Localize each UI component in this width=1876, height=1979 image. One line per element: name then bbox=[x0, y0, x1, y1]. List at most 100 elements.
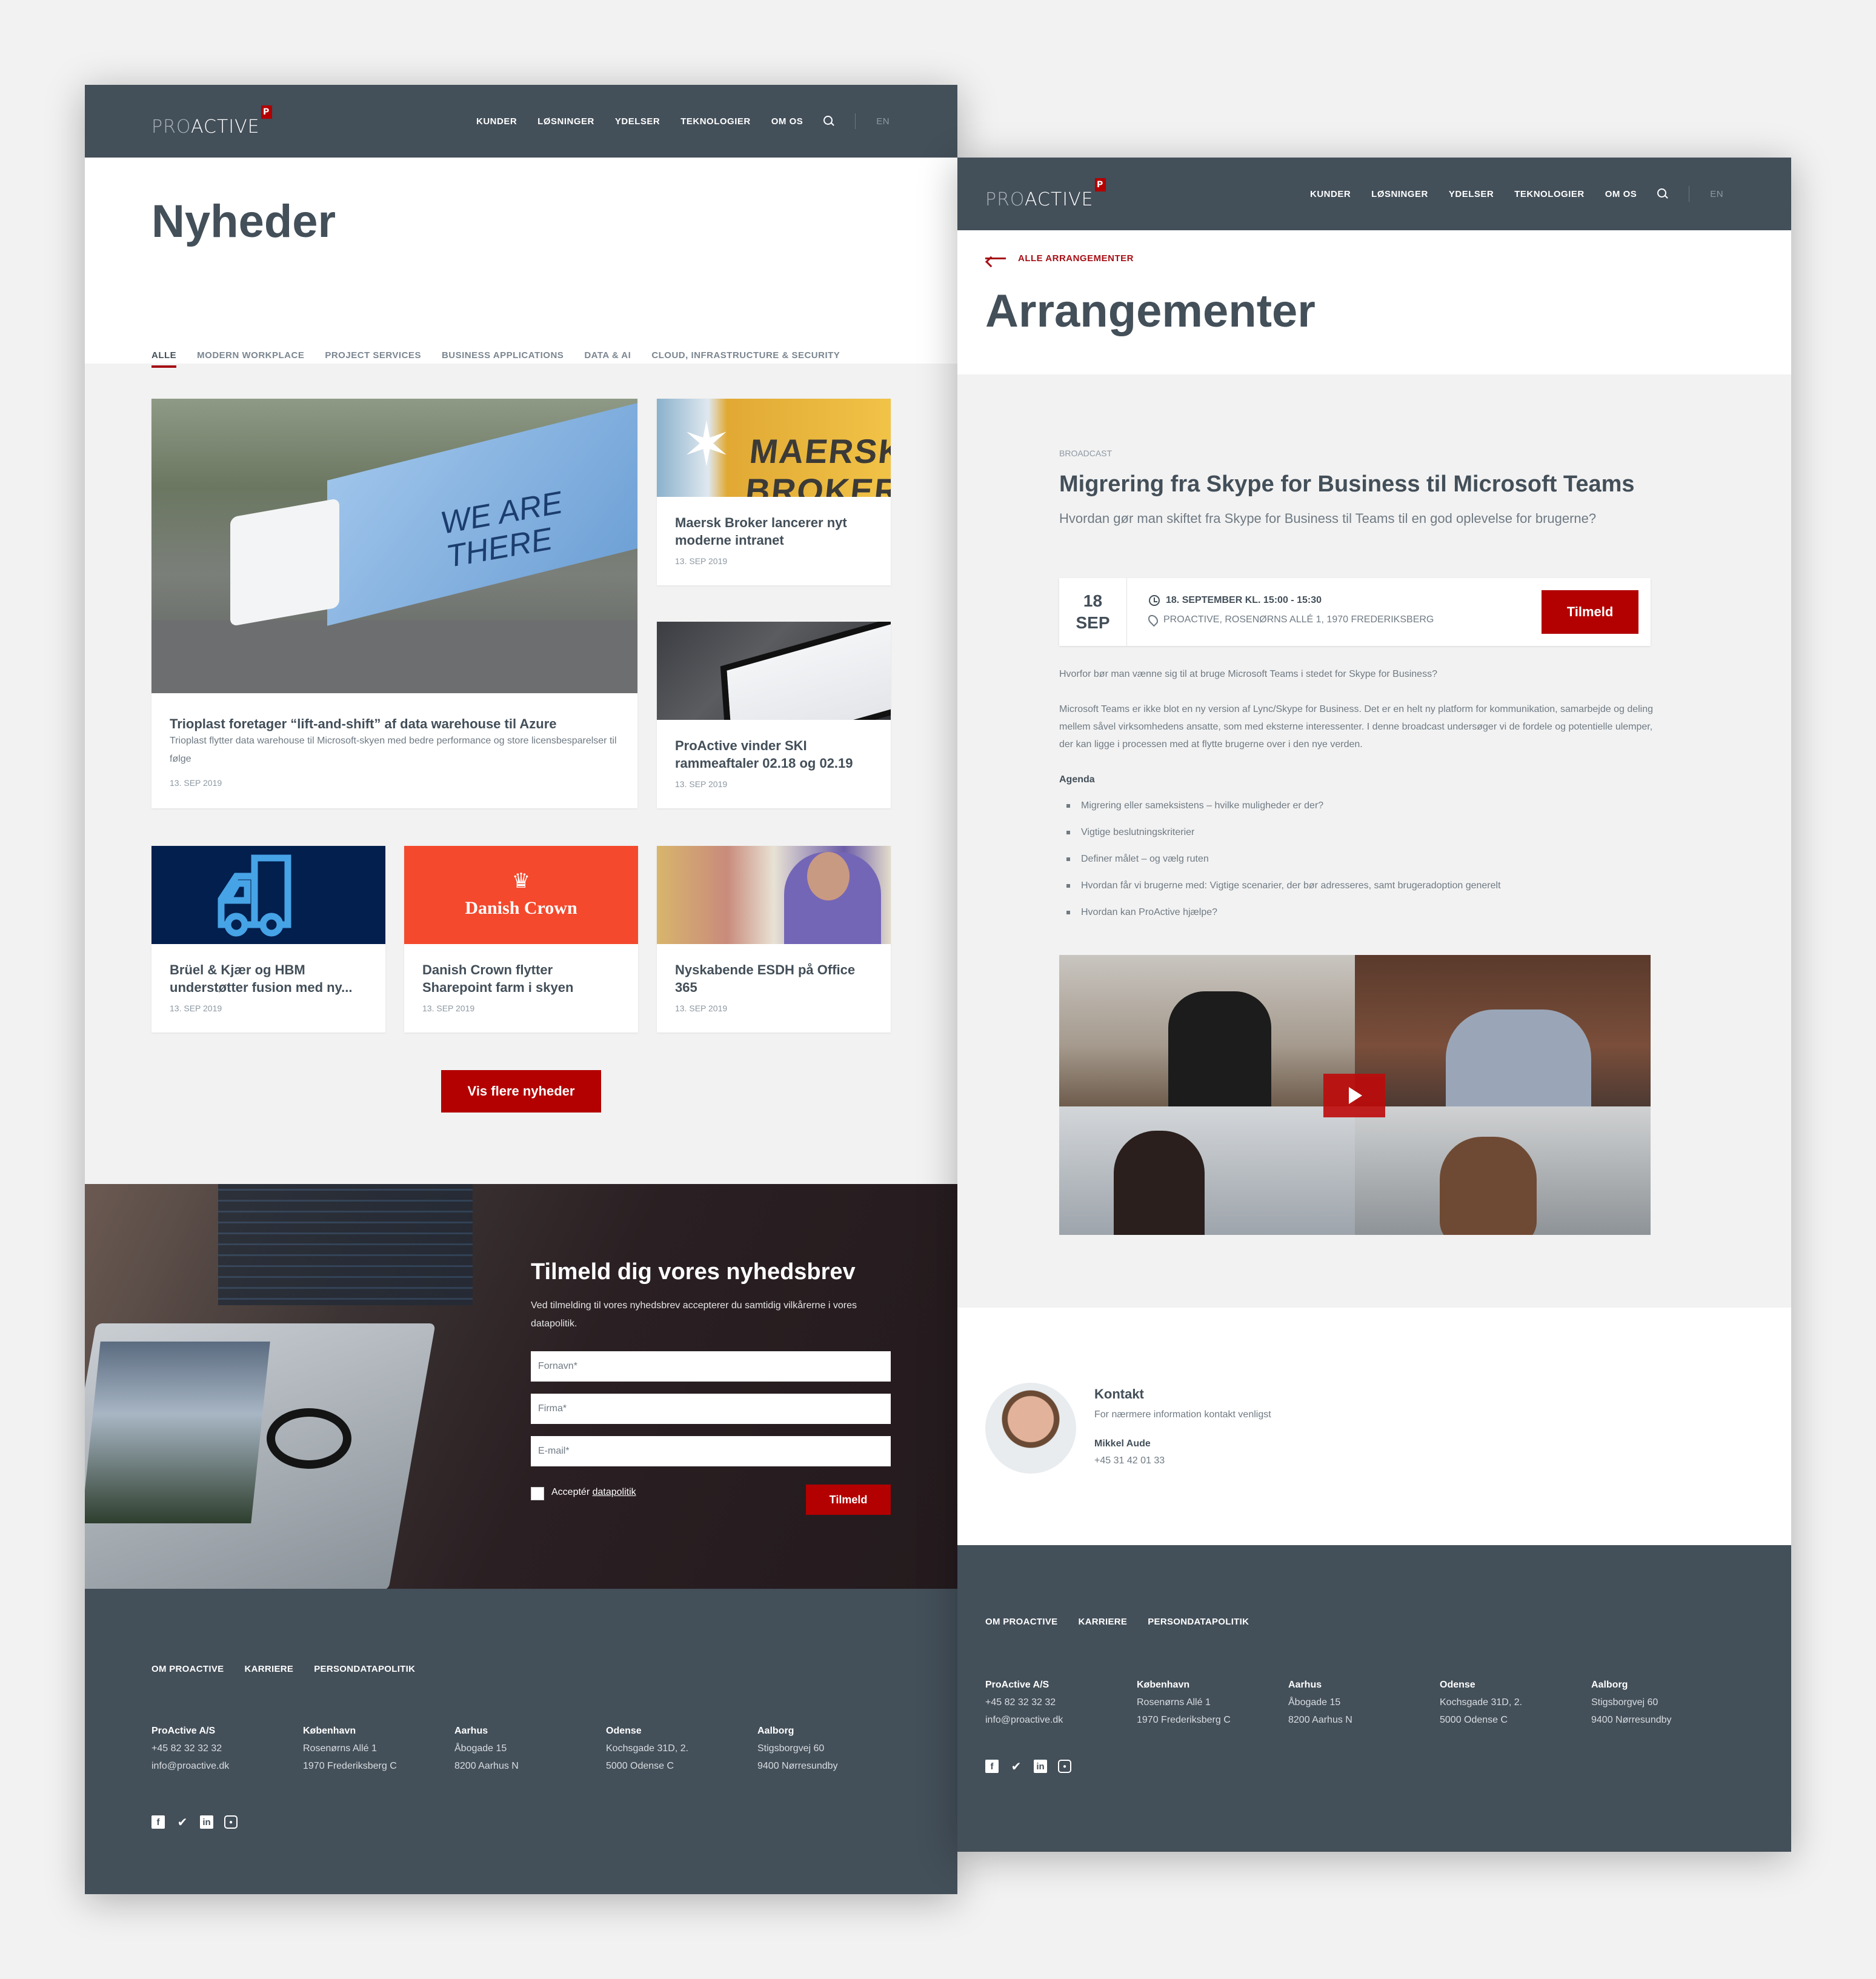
video-participant-tile bbox=[1355, 955, 1651, 1119]
nav-item-losninger[interactable]: LØSNINGER bbox=[537, 116, 594, 127]
language-switch[interactable]: EN bbox=[876, 116, 890, 127]
maersk-star-icon: ✶ bbox=[681, 411, 732, 479]
datapolitik-link[interactable]: datapolitik bbox=[593, 1487, 636, 1497]
trioplast-truck-image: WE ARE THERE bbox=[151, 399, 637, 693]
nav-item-ydelser[interactable]: YDELSER bbox=[615, 116, 660, 127]
tab-modern-workplace[interactable]: MODERN WORKPLACE bbox=[197, 350, 304, 361]
footer-phone[interactable]: +45 82 32 32 32 bbox=[151, 1740, 303, 1757]
language-switch[interactable]: EN bbox=[1710, 189, 1723, 199]
event-signup-button[interactable]: Tilmeld bbox=[1542, 590, 1638, 634]
news-card[interactable]: ♛ Danish Crown Danish Crown flytter Shar… bbox=[404, 846, 638, 1033]
nav-item-losninger[interactable]: LØSNINGER bbox=[1371, 189, 1428, 199]
news-date: 13. SEP 2019 bbox=[170, 1003, 222, 1013]
tab-cloud-infrastructure-security[interactable]: CLOUD, INFRASTRUCTURE & SECURITY bbox=[651, 350, 840, 361]
event-info-box: 18 SEP 18. SEPTEMBER KL. 15:00 - 15:30 P… bbox=[1059, 578, 1651, 646]
back-link[interactable]: ALLE ARRANGEMENTER bbox=[985, 253, 1134, 264]
facebook-icon[interactable]: f bbox=[985, 1760, 999, 1773]
footer-col-kobenhavn: København Rosenørns Allé 1 1970 Frederik… bbox=[303, 1726, 397, 1771]
video-participant-tile bbox=[1059, 1106, 1355, 1235]
email-input[interactable] bbox=[531, 1436, 891, 1466]
play-icon[interactable] bbox=[1323, 1074, 1385, 1117]
footer-col-odense: Odense Kochsgade 31D, 2. 5000 Odense C bbox=[606, 1726, 689, 1771]
clock-icon bbox=[1149, 595, 1160, 606]
arrow-left-icon bbox=[985, 258, 1006, 259]
footer-email[interactable]: info@proactive.dk bbox=[985, 1711, 1137, 1729]
tab-business-applications[interactable]: BUSINESS APPLICATIONS bbox=[442, 350, 564, 361]
main-nav: KUNDER LØSNINGER YDELSER TEKNOLOGIER OM … bbox=[476, 85, 890, 158]
twitter-icon[interactable]: ✔ bbox=[176, 1815, 189, 1829]
news-title[interactable]: ProActive vinder SKI rammeaftaler 02.18 … bbox=[675, 737, 873, 772]
nav-item-teknologier[interactable]: TEKNOLOGIER bbox=[680, 116, 751, 127]
linkedin-icon[interactable]: in bbox=[1034, 1760, 1047, 1773]
contact-title: Kontakt bbox=[1094, 1386, 1144, 1402]
nav-item-om-os[interactable]: OM OS bbox=[1605, 189, 1637, 199]
more-news-button[interactable]: Vis flere nyheder bbox=[441, 1070, 601, 1113]
footer-phone[interactable]: +45 82 32 32 32 bbox=[985, 1694, 1137, 1711]
video-participant-tile bbox=[1059, 955, 1355, 1125]
search-icon[interactable] bbox=[823, 116, 834, 127]
contact-phone[interactable]: +45 31 42 01 33 bbox=[1094, 1455, 1165, 1466]
first-name-input[interactable] bbox=[531, 1351, 891, 1382]
nav-item-teknologier[interactable]: TEKNOLOGIER bbox=[1514, 189, 1585, 199]
news-title[interactable]: Danish Crown flytter Sharepoint farm i s… bbox=[422, 961, 620, 996]
news-title[interactable]: Brüel & Kjær og HBM understøtter fusion … bbox=[170, 961, 367, 996]
agenda-item: Vigtige beslutningskriterier bbox=[1059, 823, 1659, 841]
crown-icon: ♛ bbox=[511, 870, 531, 893]
company-input[interactable] bbox=[531, 1394, 891, 1424]
background-photo-code bbox=[218, 1184, 473, 1305]
nav-item-om-os[interactable]: OM OS bbox=[771, 116, 803, 127]
news-title[interactable]: Maersk Broker lancerer nyt moderne intra… bbox=[675, 514, 873, 549]
video-participant-tile bbox=[1355, 1106, 1651, 1235]
instagram-icon[interactable]: ● bbox=[1058, 1760, 1071, 1773]
footer-col-aalborg: Aalborg Stigsborgvej 60 9400 Nørresundby bbox=[1591, 1680, 1672, 1725]
news-card[interactable]: ✶ MAERSK BROKER Maersk Broker lancerer n… bbox=[657, 399, 891, 585]
footer-addresses: ProActive A/S +45 82 32 32 32 info@proac… bbox=[985, 1676, 1743, 1729]
news-title[interactable]: Nyskabende ESDH på Office 365 bbox=[675, 961, 873, 996]
news-date: 13. SEP 2019 bbox=[170, 778, 222, 788]
nav-item-ydelser[interactable]: YDELSER bbox=[1449, 189, 1494, 199]
footer-links: OM PROACTIVE KARRIERE PERSONDATAPOLITIK bbox=[985, 1617, 1249, 1627]
event-location: PROACTIVE, ROSENØRNS ALLÉ 1, 1970 FREDER… bbox=[1146, 613, 1434, 627]
tab-project-services[interactable]: PROJECT SERVICES bbox=[325, 350, 421, 361]
headphones-image bbox=[267, 1408, 351, 1469]
footer-col-aarhus: Aarhus Åbogade 15 8200 Aarhus N bbox=[454, 1726, 519, 1771]
facebook-icon[interactable]: f bbox=[151, 1815, 165, 1829]
video-player[interactable] bbox=[1059, 955, 1651, 1235]
tab-data-ai[interactable]: DATA & AI bbox=[584, 350, 631, 361]
footer-col-aarhus: Aarhus Åbogade 15 8200 Aarhus N bbox=[1288, 1680, 1352, 1725]
footer-link-om-proactive[interactable]: OM PROACTIVE bbox=[151, 1664, 224, 1674]
nav-item-kunder[interactable]: KUNDER bbox=[1310, 189, 1351, 199]
news-card[interactable]: Brüel & Kjær og HBM understøtter fusion … bbox=[151, 846, 385, 1033]
newsletter-submit-button[interactable]: Tilmeld bbox=[806, 1485, 891, 1515]
page-hero: ALLE ARRANGEMENTER Arrangementer bbox=[957, 230, 1791, 374]
news-title[interactable]: Trioplast foretager “lift-and-shift” af … bbox=[170, 715, 619, 733]
instagram-icon[interactable]: ● bbox=[224, 1815, 238, 1829]
news-card[interactable]: Nyskabende ESDH på Office 365 13. SEP 20… bbox=[657, 846, 891, 1033]
accept-checkbox[interactable] bbox=[531, 1487, 544, 1500]
tab-alle[interactable]: ALLE bbox=[151, 350, 177, 368]
footer-link-persondatapolitik[interactable]: PERSONDATAPOLITIK bbox=[314, 1664, 415, 1674]
footer-email[interactable]: info@proactive.dk bbox=[151, 1757, 303, 1775]
footer-col-odense: Odense Kochsgade 31D, 2. 5000 Odense C bbox=[1440, 1680, 1523, 1725]
event-page: PROACTIVE P KUNDER LØSNINGER YDELSER TEK… bbox=[957, 158, 1791, 1852]
nav-item-kunder[interactable]: KUNDER bbox=[476, 116, 517, 127]
footer-link-karriere[interactable]: KARRIERE bbox=[1078, 1617, 1127, 1627]
social-links: f ✔ in ● bbox=[151, 1815, 238, 1829]
news-date: 13. SEP 2019 bbox=[422, 1003, 475, 1013]
footer-link-om-proactive[interactable]: OM PROACTIVE bbox=[985, 1617, 1057, 1627]
proactive-logo[interactable]: PROACTIVE P bbox=[151, 105, 272, 138]
footer-link-persondatapolitik[interactable]: PERSONDATAPOLITIK bbox=[1148, 1617, 1249, 1627]
agenda-item: Definer målet – og vælg ruten bbox=[1059, 850, 1659, 868]
footer-col-aalborg: Aalborg Stigsborgvej 60 9400 Nørresundby bbox=[757, 1726, 838, 1771]
footer-link-karriere[interactable]: KARRIERE bbox=[244, 1664, 293, 1674]
tablet-dashboard-image bbox=[657, 622, 891, 720]
page-title: Nyheder bbox=[151, 196, 336, 247]
featured-news-card[interactable]: WE ARE THERE Trioplast foretager “lift-a… bbox=[151, 399, 637, 808]
proactive-logo[interactable]: PROACTIVE P bbox=[985, 178, 1106, 210]
footer-addresses: ProActive A/S +45 82 32 32 32 info@proac… bbox=[151, 1722, 909, 1775]
footer-col-kobenhavn: København Rosenørns Allé 1 1970 Frederik… bbox=[1137, 1680, 1231, 1725]
twitter-icon[interactable]: ✔ bbox=[1010, 1760, 1023, 1774]
search-icon[interactable] bbox=[1657, 188, 1668, 199]
linkedin-icon[interactable]: in bbox=[200, 1815, 213, 1829]
news-card[interactable]: ProActive vinder SKI rammeaftaler 02.18 … bbox=[657, 622, 891, 808]
